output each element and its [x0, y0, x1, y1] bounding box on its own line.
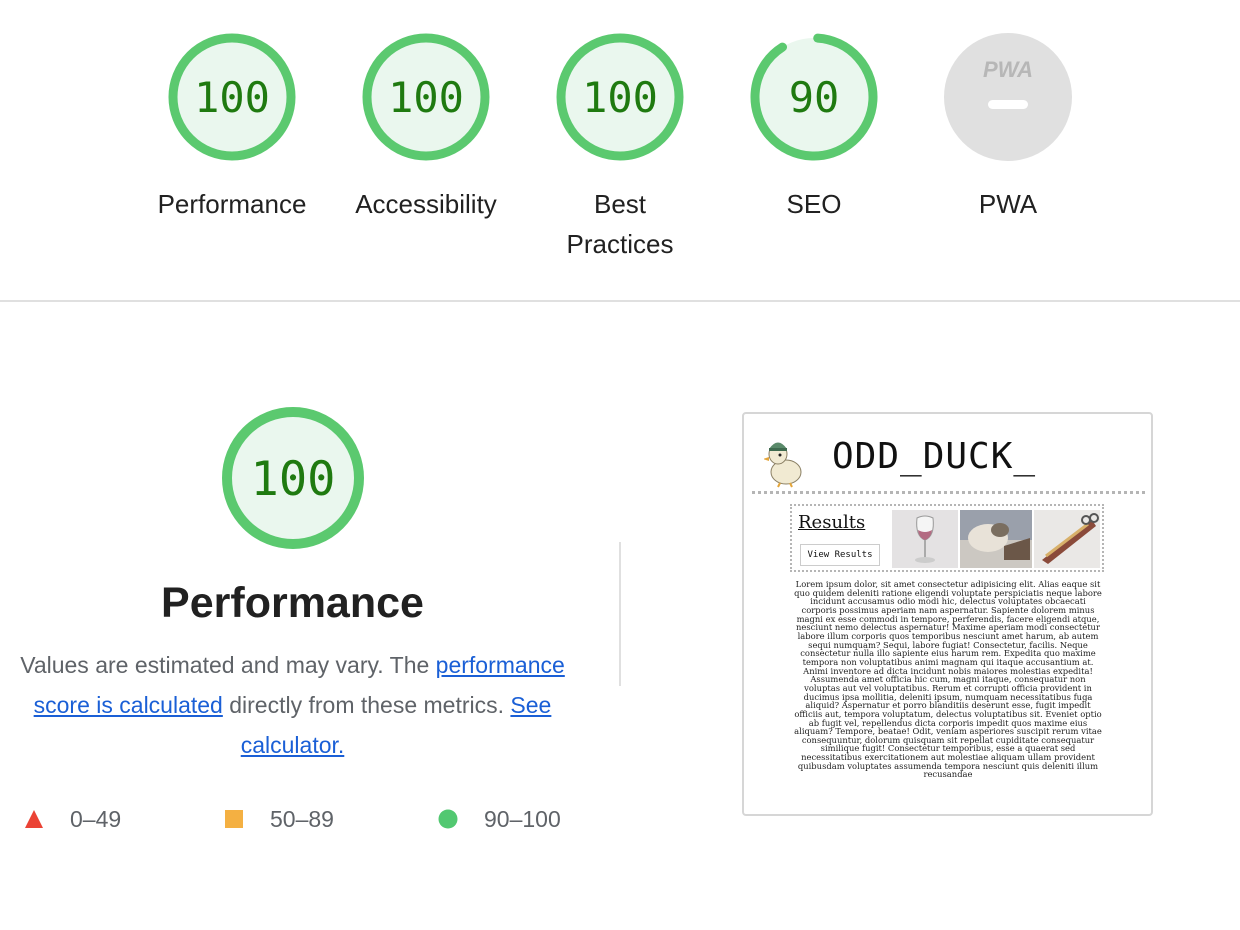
circle-icon: [438, 809, 458, 829]
gauge-best-practices[interactable]: 100 Best Practices: [530, 32, 710, 264]
gauge-score: 100: [388, 73, 464, 122]
gauge-label: SEO: [786, 189, 842, 219]
final-screenshot-thumbnail[interactable]: ODD_DUCK_ Results View Results Lorem ips…: [742, 412, 1153, 816]
legend-range: 90–100: [484, 806, 561, 832]
square-icon: [225, 810, 243, 828]
performance-gauge: 100: [221, 407, 364, 549]
thumbnail-header: ODD_DUCK_: [754, 428, 1144, 494]
gauge-ring: 90: [750, 33, 878, 161]
pwa-badge-icon: PWA: [944, 33, 1072, 161]
wine-glass-image: [892, 510, 958, 568]
gauge-score: 100: [194, 73, 270, 122]
gauge-performance[interactable]: 100 Performance: [142, 32, 322, 224]
gauge-accessibility[interactable]: 100 Accessibility: [336, 32, 516, 224]
vertical-divider: [619, 542, 621, 686]
gauge-ring: 100: [362, 33, 490, 161]
category-gauges: 100 Performance 100 Accessibility 100 Be…: [0, 0, 1240, 300]
legend-fail: 0–49: [24, 800, 121, 838]
gauge-label: Performance: [157, 189, 307, 219]
duck-logo-icon: [764, 442, 802, 488]
performance-title: Performance: [161, 579, 424, 627]
gauge-label: Best Practices: [566, 189, 674, 259]
legend-range: 0–49: [70, 806, 122, 832]
score-legend: 0–49 50–89 90–100: [0, 800, 600, 840]
triangle-icon: [25, 810, 43, 828]
lorem-text: Lorem ipsum dolor, sit amet consectetur …: [794, 580, 1102, 780]
section-divider: [0, 300, 1240, 302]
gauge-label: PWA: [978, 189, 1038, 219]
legend-pass: 90–100: [438, 800, 561, 838]
performance-description: Values are estimated and may vary. The p…: [0, 645, 585, 765]
gauge-ring: 100: [556, 33, 684, 161]
pizza-scissors-image: [1034, 510, 1100, 568]
gauge-score: 90: [789, 73, 840, 122]
svg-text:PWA: PWA: [983, 57, 1033, 82]
gauge-seo[interactable]: 90 SEO: [724, 32, 904, 224]
description-text: Values are estimated and may vary. The: [20, 652, 436, 678]
view-results-button[interactable]: View Results: [800, 544, 880, 566]
description-text: directly from these metrics.: [222, 692, 511, 718]
dotted-divider: [752, 491, 1145, 494]
gauge-pwa[interactable]: PWA PWA: [918, 32, 1098, 224]
results-heading: Results: [798, 512, 866, 533]
gauge-ring: 100: [168, 33, 296, 161]
legend-range: 50–89: [270, 806, 334, 832]
gauge-label: Accessibility: [355, 189, 497, 219]
sleeping-dog-image: [960, 510, 1032, 568]
performance-score: 100: [250, 452, 335, 507]
performance-summary: 100 Performance Values are estimated and…: [0, 405, 585, 765]
legend-average: 50–89: [224, 800, 334, 838]
gauge-score: 100: [582, 73, 658, 122]
site-title: ODD_DUCK_: [832, 436, 1037, 477]
results-panel: Results View Results: [790, 504, 1104, 572]
